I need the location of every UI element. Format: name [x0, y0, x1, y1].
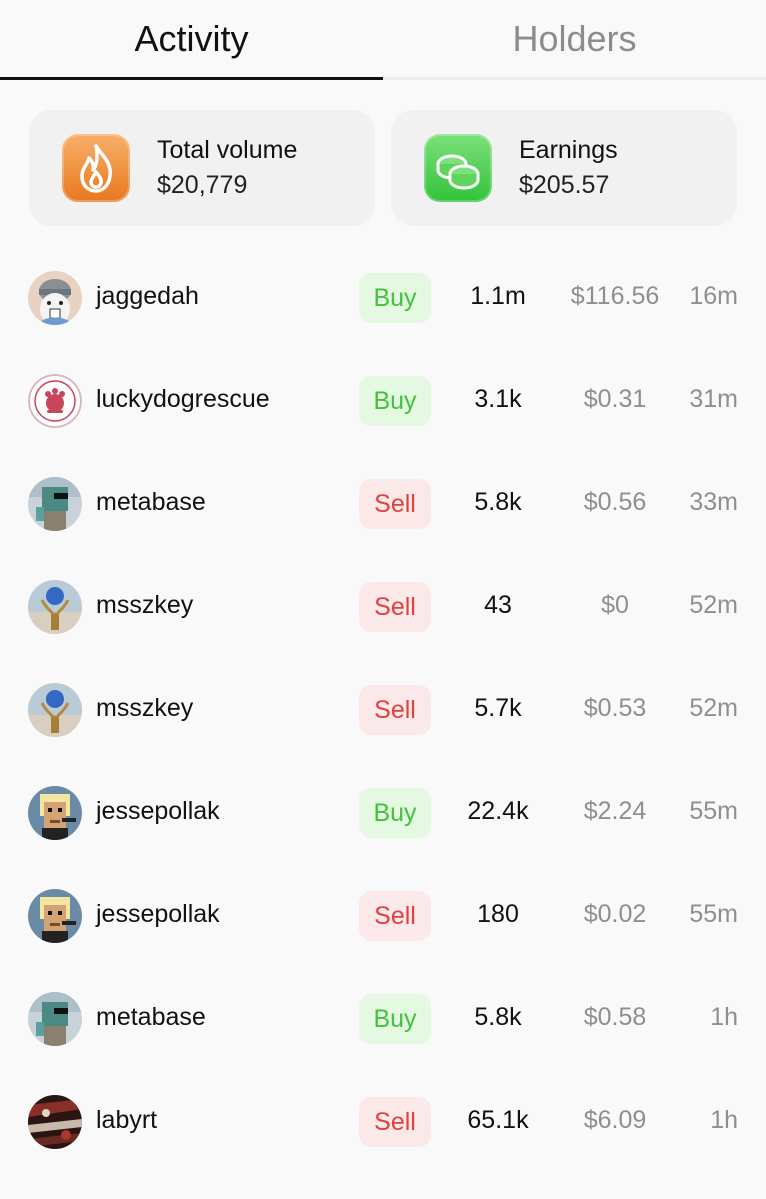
- avatar[interactable]: [28, 477, 82, 531]
- tab-bar: Activity Holders: [0, 0, 766, 80]
- username[interactable]: jaggedah: [96, 282, 199, 311]
- token-amount: 180: [477, 900, 519, 928]
- trade-price: $6.09: [583, 1106, 647, 1134]
- token-amount: 5.8k: [474, 1003, 522, 1031]
- avatar[interactable]: [28, 786, 82, 840]
- avatar[interactable]: [28, 992, 82, 1046]
- trade-price: $2.24: [583, 797, 647, 825]
- trade-price: $0.31: [583, 385, 647, 413]
- trade-type-badge: Sell: [359, 582, 431, 632]
- trade-type-badge: Buy: [359, 376, 431, 426]
- avatar[interactable]: [28, 683, 82, 737]
- token-amount: 65.1k: [467, 1106, 529, 1134]
- trade-price: $0.56: [583, 488, 647, 516]
- tab-holders[interactable]: Holders: [383, 0, 766, 78]
- token-amount: 22.4k: [467, 797, 529, 825]
- trade-time: 1h: [710, 1003, 738, 1031]
- avatar[interactable]: [28, 271, 82, 325]
- token-amount: 1.1m: [470, 282, 526, 310]
- activity-row[interactable]: msszkey Sell 43 $0 52m: [0, 555, 766, 658]
- activity-row[interactable]: jessepollak Sell 180 $0.02 55m: [0, 864, 766, 967]
- avatar[interactable]: [28, 580, 82, 634]
- username[interactable]: jessepollak: [96, 797, 220, 826]
- trade-time: 16m: [689, 282, 738, 310]
- username[interactable]: metabase: [96, 488, 206, 517]
- activity-row[interactable]: metabase Sell 5.8k $0.56 33m: [0, 452, 766, 555]
- activity-row[interactable]: labyrt Sell 65.1k $6.09 1h: [0, 1070, 766, 1173]
- trade-time: 55m: [689, 797, 738, 825]
- username[interactable]: metabase: [96, 1003, 206, 1032]
- token-amount: 43: [484, 591, 512, 619]
- token-amount: 3.1k: [474, 385, 522, 413]
- trade-type-badge: Sell: [359, 1097, 431, 1147]
- trade-type-badge: Sell: [359, 685, 431, 735]
- trade-price: $0.58: [583, 1003, 647, 1031]
- earnings-card: Earnings $205.57: [391, 110, 737, 226]
- username[interactable]: labyrt: [96, 1106, 157, 1135]
- username[interactable]: luckydogrescue: [96, 385, 270, 414]
- trade-time: 52m: [689, 591, 738, 619]
- username[interactable]: msszkey: [96, 591, 193, 620]
- trade-type-badge: Buy: [359, 273, 431, 323]
- total-volume-value: $20,779: [157, 171, 248, 199]
- trade-type-badge: Sell: [359, 479, 431, 529]
- earnings-value: $205.57: [519, 171, 610, 199]
- trade-type-badge: Buy: [359, 994, 431, 1044]
- trade-type-badge: Sell: [359, 891, 431, 941]
- avatar[interactable]: [28, 1095, 82, 1149]
- activity-row[interactable]: metabase Buy 5.8k $0.58 1h: [0, 967, 766, 1070]
- trade-time: 55m: [689, 900, 738, 928]
- trade-time: 31m: [689, 385, 738, 413]
- avatar[interactable]: [28, 374, 82, 428]
- trade-price: $0.53: [583, 694, 647, 722]
- activity-row[interactable]: jessepollak Buy 22.4k $2.24 55m: [0, 761, 766, 864]
- trade-time: 33m: [689, 488, 738, 516]
- flame-icon: [62, 134, 130, 202]
- username[interactable]: jessepollak: [96, 900, 220, 929]
- earnings-label: Earnings: [519, 136, 618, 164]
- trade-type-badge: Buy: [359, 788, 431, 838]
- trade-time: 1h: [710, 1106, 738, 1134]
- activity-row[interactable]: luckydogrescue Buy 3.1k $0.31 31m: [0, 349, 766, 452]
- token-amount: 5.7k: [474, 694, 522, 722]
- tab-activity[interactable]: Activity: [0, 0, 383, 80]
- token-amount: 5.8k: [474, 488, 522, 516]
- activity-row[interactable]: msszkey Sell 5.7k $0.53 52m: [0, 658, 766, 761]
- avatar[interactable]: [28, 889, 82, 943]
- activity-row[interactable]: jaggedah Buy 1.1m $116.56 16m: [0, 246, 766, 349]
- total-volume-card: Total volume $20,779: [29, 110, 375, 226]
- coins-icon: [424, 134, 492, 202]
- total-volume-label: Total volume: [157, 136, 298, 164]
- trade-price: $0: [601, 591, 629, 619]
- username[interactable]: msszkey: [96, 694, 193, 723]
- trade-time: 52m: [689, 694, 738, 722]
- trade-price: $0.02: [583, 900, 647, 928]
- trade-price: $116.56: [570, 282, 660, 310]
